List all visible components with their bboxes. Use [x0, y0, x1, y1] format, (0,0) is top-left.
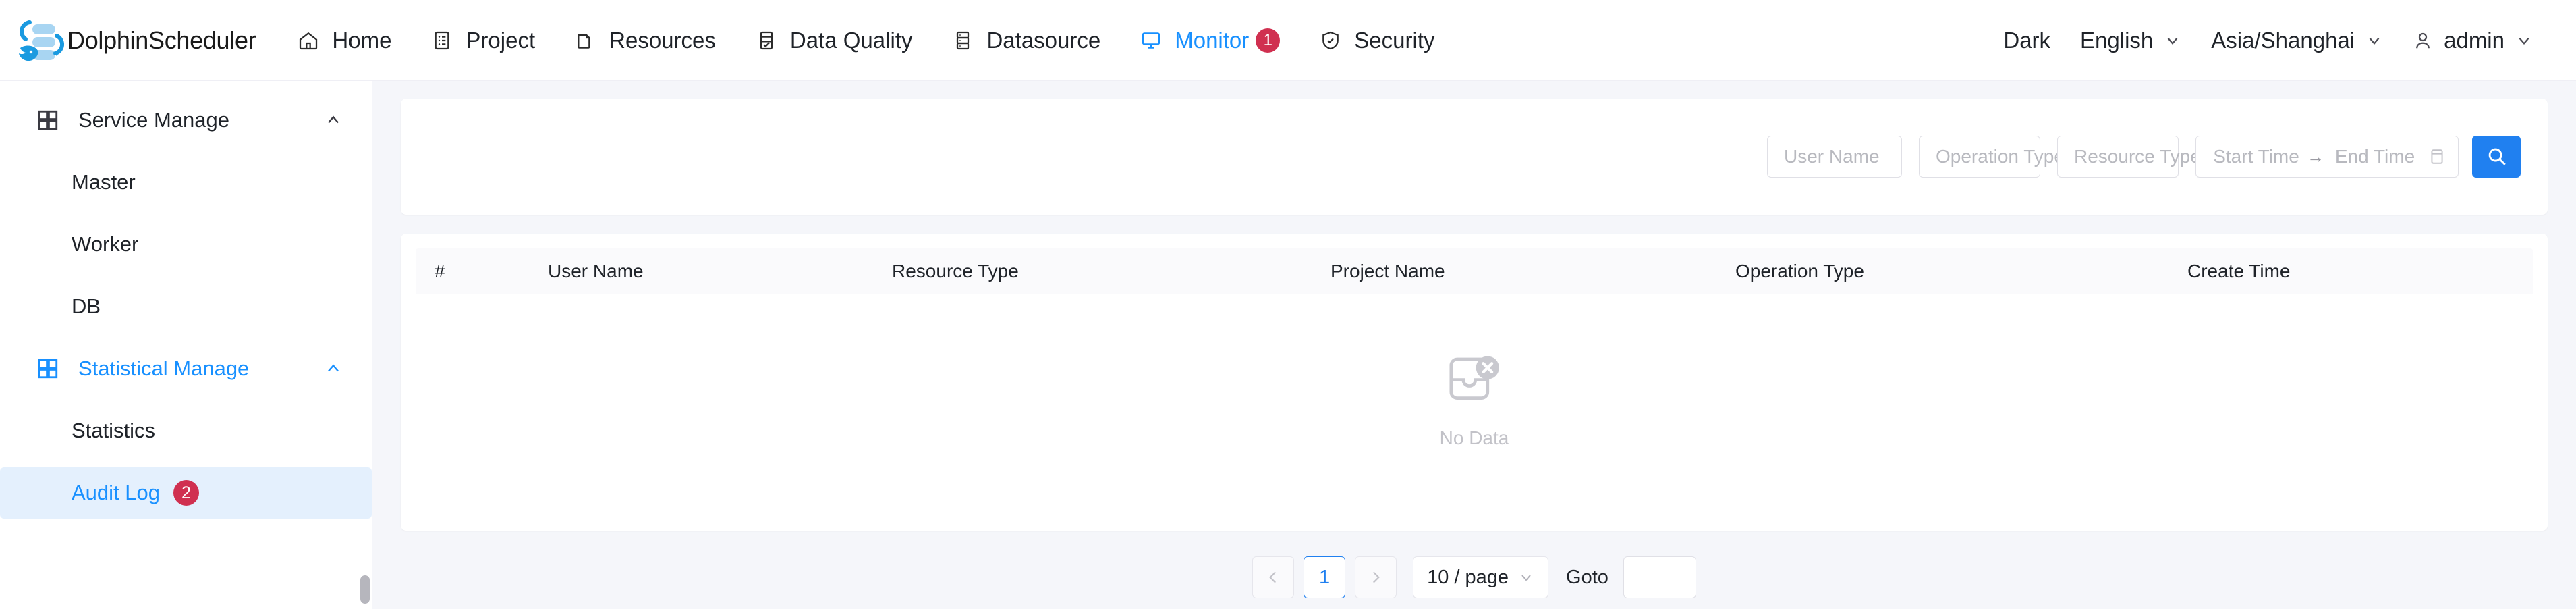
chevron-down-icon	[2365, 32, 2383, 49]
sidebar-item-label: Master	[72, 170, 136, 194]
chevron-up-icon	[323, 110, 343, 130]
operation-type-select[interactable]: Operation Type	[1919, 136, 2040, 178]
sidebar-group-service-manage[interactable]: Service Manage	[0, 95, 372, 146]
home-icon	[294, 26, 323, 55]
table-header-row: # User Name Resource Type Project Name O…	[416, 248, 2533, 294]
sidebar: Service Manage Master Worker DB Statisti…	[0, 81, 372, 609]
nav-item-project[interactable]: Project	[410, 0, 553, 80]
language-selector[interactable]: English	[2065, 28, 2196, 53]
user-name-label: admin	[2444, 28, 2504, 53]
user-menu[interactable]: admin	[2398, 28, 2548, 53]
sidebar-item-statistics[interactable]: Statistics	[0, 405, 372, 456]
chevron-down-icon	[2164, 32, 2181, 49]
theme-label: Dark	[2003, 28, 2050, 53]
column-header-operation-type: Operation Type	[1725, 261, 2177, 282]
main-nav: Home Project Resources	[276, 0, 1453, 80]
sidebar-item-label: DB	[72, 294, 101, 319]
page-body: Service Manage Master Worker DB Statisti…	[0, 81, 2576, 609]
folder-icon	[571, 26, 600, 55]
column-header-project-name: Project Name	[1320, 261, 1725, 282]
monitor-badge: 1	[1256, 28, 1280, 53]
brand-title: DolphinScheduler	[67, 26, 256, 55]
database-icon	[949, 26, 977, 55]
data-quality-icon	[752, 26, 781, 55]
pagination-page-1[interactable]: 1	[1304, 556, 1345, 598]
sidebar-scrollbar[interactable]	[360, 575, 370, 604]
chevron-down-icon	[2515, 32, 2533, 49]
nav-item-home[interactable]: Home	[276, 0, 410, 80]
language-label: English	[2080, 28, 2153, 53]
goto-label: Goto	[1566, 566, 1608, 589]
page-size-label: 10 / page	[1427, 566, 1509, 589]
pagination-prev-button[interactable]	[1252, 556, 1294, 598]
sidebar-item-db[interactable]: DB	[0, 281, 372, 332]
monitor-icon	[1137, 26, 1165, 55]
nav-label: Resources	[609, 28, 716, 53]
nav-item-data-quality[interactable]: Data Quality	[734, 0, 931, 80]
project-icon	[428, 26, 456, 55]
nav-item-security[interactable]: Security	[1298, 0, 1453, 80]
filter-bar: User Name Operation Type Resource Type S…	[401, 99, 2548, 215]
chevron-up-icon	[323, 359, 343, 379]
sidebar-item-audit-log[interactable]: Audit Log 2	[0, 467, 372, 519]
table-body: No Data	[416, 294, 2533, 516]
goto-input[interactable]	[1623, 556, 1696, 598]
column-header-create-time: Create Time	[2177, 261, 2533, 282]
user-icon	[2413, 30, 2433, 51]
start-time-placeholder[interactable]: Start Time	[2208, 146, 2304, 167]
pagination: 1 10 / page Goto	[401, 556, 2548, 598]
nav-label: Data Quality	[790, 28, 913, 53]
nav-item-resources[interactable]: Resources	[553, 0, 734, 80]
audit-log-badge: 2	[173, 480, 199, 506]
nav-label: Project	[466, 28, 535, 53]
page-size-select[interactable]: 10 / page	[1413, 556, 1548, 598]
calendar-icon	[2428, 147, 2446, 166]
nav-item-monitor[interactable]: Monitor 1	[1119, 0, 1298, 80]
header-right-controls: Dark English Asia/Shanghai admin	[1988, 0, 2576, 80]
nav-label: Monitor	[1175, 28, 1249, 53]
empty-state-label: No Data	[1440, 427, 1509, 449]
shield-check-icon	[1316, 26, 1345, 55]
no-data-icon	[1441, 353, 1507, 414]
brand[interactable]: DolphinScheduler	[0, 16, 276, 65]
search-button[interactable]	[2472, 136, 2521, 178]
user-name-input[interactable]: User Name	[1767, 136, 1902, 178]
grid-icon	[36, 107, 63, 134]
nav-label: Datasource	[986, 28, 1100, 53]
user-name-placeholder: User Name	[1784, 146, 1880, 167]
app-header: DolphinScheduler Home P	[0, 0, 2576, 81]
chevron-down-icon	[1518, 569, 1534, 585]
empty-state: No Data	[1440, 353, 1509, 449]
timezone-label: Asia/Shanghai	[2211, 28, 2355, 53]
column-header-resource-type: Resource Type	[881, 261, 1320, 282]
range-arrow-icon: →	[2304, 147, 2327, 167]
date-range-picker[interactable]: Start Time → End Time	[2195, 136, 2459, 178]
dolphinscheduler-logo-icon	[15, 16, 65, 65]
resource-type-placeholder: Resource Type	[2074, 146, 2201, 167]
timezone-selector[interactable]: Asia/Shanghai	[2196, 28, 2398, 53]
end-time-placeholder[interactable]: End Time	[2327, 146, 2423, 167]
theme-toggle[interactable]: Dark	[1988, 28, 2065, 53]
column-header-user-name: User Name	[537, 261, 881, 282]
search-icon	[2485, 144, 2508, 169]
grid-icon	[36, 355, 63, 382]
sidebar-item-master[interactable]: Master	[0, 157, 372, 208]
column-header-index: #	[416, 261, 537, 282]
sidebar-item-label: Statistics	[72, 419, 155, 443]
sidebar-item-label: Worker	[72, 232, 138, 257]
main-content: User Name Operation Type Resource Type S…	[372, 81, 2576, 609]
resource-type-select[interactable]: Resource Type	[2057, 136, 2179, 178]
nav-item-datasource[interactable]: Datasource	[930, 0, 1119, 80]
sidebar-item-worker[interactable]: Worker	[0, 219, 372, 270]
operation-type-placeholder: Operation Type	[1936, 146, 2065, 167]
sidebar-group-label: Service Manage	[78, 108, 323, 132]
sidebar-item-label: Audit Log	[72, 481, 160, 505]
nav-label: Security	[1354, 28, 1434, 53]
pagination-next-button[interactable]	[1355, 556, 1397, 598]
sidebar-group-statistical-manage[interactable]: Statistical Manage	[0, 343, 372, 394]
audit-log-table: # User Name Resource Type Project Name O…	[401, 234, 2548, 531]
nav-label: Home	[332, 28, 391, 53]
sidebar-group-label: Statistical Manage	[78, 356, 323, 381]
